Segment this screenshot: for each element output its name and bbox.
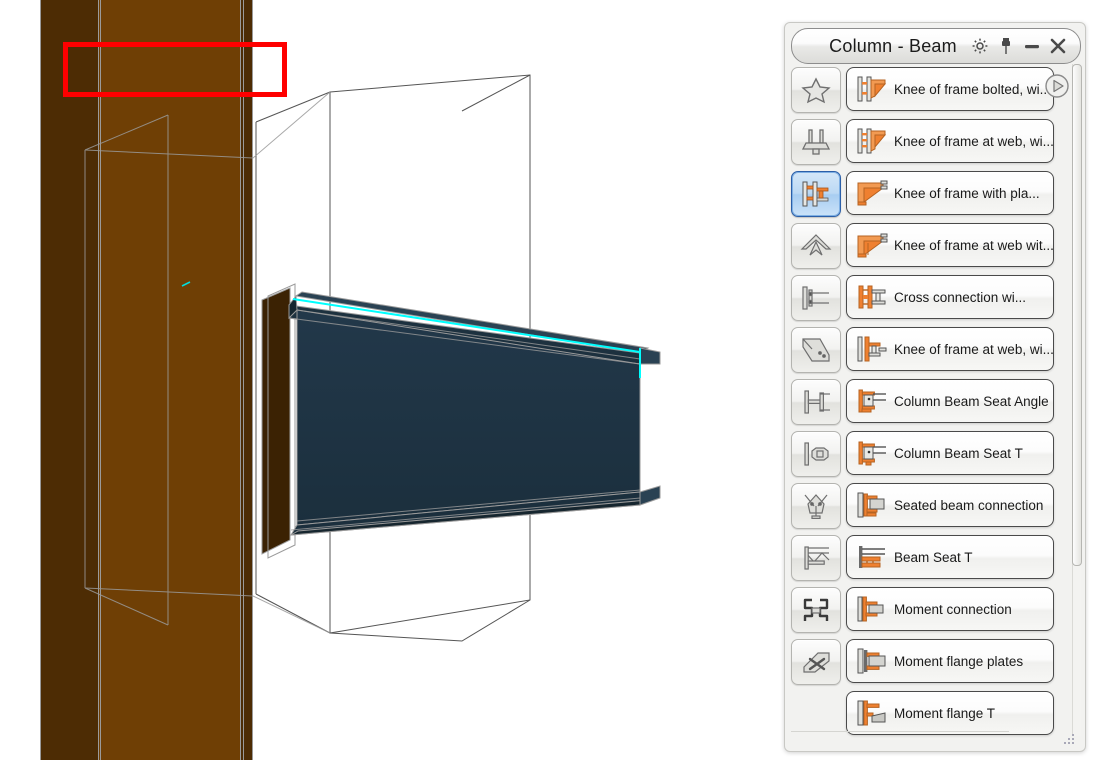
3d-model-viewport[interactable] [0, 0, 780, 760]
beam-beam-icon [800, 285, 832, 311]
sidebar-item-truss[interactable] [791, 535, 841, 581]
list-item[interactable]: Column Beam Seat Angle [846, 379, 1054, 423]
list-item[interactable]: Column Beam Seat T [846, 431, 1054, 475]
sidebar-item-stairs[interactable] [791, 587, 841, 633]
list-item-label: Knee of frame at web wit... [894, 237, 1053, 253]
list-item-label: Knee of frame bolted, wi... [894, 81, 1051, 97]
knee-frame-web-plate-icon [852, 228, 892, 262]
model-canvas [40, 0, 661, 760]
knee-frame-web2-icon [852, 332, 892, 366]
list-item[interactable]: Moment flange plates [846, 639, 1054, 683]
cross-connection-icon [852, 280, 892, 314]
expand-play-icon[interactable] [1044, 73, 1070, 99]
bracing-plate-icon [800, 337, 832, 363]
knee-frame-plate-icon [852, 176, 892, 210]
truss-icon [800, 545, 832, 571]
settings-gear-icon[interactable] [970, 36, 990, 56]
list-item[interactable]: Cross connection wi... [846, 275, 1054, 319]
column-beam-seat-t-icon [852, 436, 892, 470]
sidebar-item-beam-beam[interactable] [791, 275, 841, 321]
list-scrollbar-thumb[interactable] [1072, 64, 1082, 566]
seated-beam-icon [852, 488, 892, 522]
list-item[interactable]: Beam Seat T [846, 535, 1054, 579]
stairs-icon [800, 597, 832, 623]
list-item[interactable]: Knee of frame at web, wi... [846, 327, 1054, 371]
beam-member [288, 291, 661, 536]
list-item-label: Knee of frame at web, wi... [894, 341, 1053, 357]
sidebar-item-bracing-connection[interactable] [791, 483, 841, 529]
column-splice-icon [800, 441, 832, 467]
misc-tools-icon [800, 649, 832, 675]
column-beam-icon [800, 180, 832, 208]
column-beam-seat-angle-icon [852, 384, 892, 418]
list-item-label: Moment connection [894, 601, 1012, 617]
apex-icon [800, 233, 832, 259]
list-bottom-divider [791, 731, 1009, 732]
list-item-label: Knee of frame with pla... [894, 185, 1040, 201]
bracing-connection-icon [800, 492, 832, 520]
moment-connection-icon [852, 592, 892, 626]
component-catalog-panel: Column - Beam Knee of frame bolted, wi..… [784, 22, 1086, 752]
moment-flange-plates-icon [852, 644, 892, 678]
list-item-label: Seated beam connection [894, 497, 1044, 513]
knee-frame-web-icon [852, 124, 892, 158]
pin-icon[interactable] [996, 36, 1016, 56]
minimize-icon[interactable] [1022, 36, 1042, 56]
end-plate [261, 283, 296, 559]
sidebar-item-bracing-plate[interactable] [791, 327, 841, 373]
sidebar-item-apex[interactable] [791, 223, 841, 269]
list-item[interactable]: Knee of frame with pla... [846, 171, 1054, 215]
beam-splice-icon [800, 389, 832, 415]
list-item[interactable]: Knee of frame at web, wi... [846, 119, 1054, 163]
list-item[interactable]: Seated beam connection [846, 483, 1054, 527]
panel-title: Column - Beam [829, 35, 957, 56]
favorites-star-icon [801, 76, 831, 104]
list-item-label: Column Beam Seat Angle [894, 393, 1049, 409]
list-item[interactable]: Knee of frame bolted, wi... [846, 67, 1054, 111]
list-item-label: Moment flange plates [894, 653, 1024, 669]
sidebar-item-favorites[interactable] [791, 67, 841, 113]
sidebar-item-column-splice[interactable] [791, 431, 841, 477]
list-item-label: Cross connection wi... [894, 289, 1027, 305]
list-item-label: Moment flange T [894, 705, 996, 721]
panel-resize-grip[interactable] [1062, 732, 1078, 748]
sidebar-item-beam-splice[interactable] [791, 379, 841, 425]
component-list[interactable]: Knee of frame bolted, wi... Knee of fram… [843, 67, 1075, 755]
base-plate-icon [800, 128, 832, 156]
list-item[interactable]: Moment flange T [846, 691, 1054, 735]
category-rail [788, 67, 844, 707]
sidebar-item-misc-tools[interactable] [791, 639, 841, 685]
panel-titlebar[interactable]: Column - Beam [791, 28, 1081, 64]
sidebar-item-column-beam[interactable] [791, 171, 841, 217]
knee-frame-bolted-icon [852, 72, 892, 106]
list-item[interactable]: Moment connection [846, 587, 1054, 631]
list-item-label: Knee of frame at web, wi... [894, 133, 1053, 149]
list-item-label: Column Beam Seat T [894, 445, 1023, 461]
list-item[interactable]: Knee of frame at web wit... [846, 223, 1054, 267]
close-icon[interactable] [1048, 36, 1068, 56]
beam-seat-t-icon [852, 540, 892, 574]
moment-flange-t-icon [852, 696, 892, 730]
list-item-label: Beam Seat T [894, 549, 973, 565]
sidebar-item-base-plate[interactable] [791, 119, 841, 165]
